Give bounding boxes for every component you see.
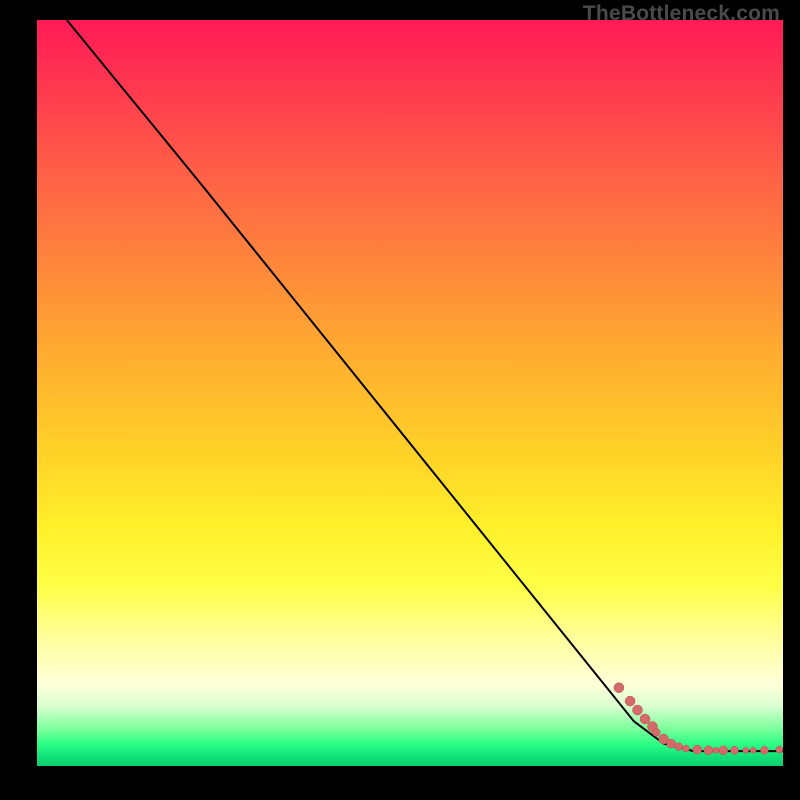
curve-line — [67, 20, 783, 751]
scatter-group — [614, 683, 783, 755]
scatter-point — [704, 746, 713, 755]
scatter-point — [625, 696, 635, 706]
scatter-point — [731, 746, 739, 754]
scatter-point — [633, 705, 643, 715]
scatter-point — [683, 745, 690, 752]
scatter-point — [667, 739, 676, 748]
scatter-point — [640, 714, 650, 724]
scatter-point — [719, 746, 728, 755]
scatter-point — [675, 743, 683, 751]
chart-overlay — [37, 20, 783, 766]
scatter-point — [713, 747, 719, 753]
scatter-point — [652, 728, 660, 736]
scatter-point — [750, 747, 756, 753]
scatter-point — [760, 746, 768, 754]
plot-area — [37, 20, 783, 766]
scatter-point — [693, 745, 702, 754]
scatter-point — [776, 746, 783, 753]
scatter-point — [614, 683, 624, 693]
scatter-point — [743, 747, 749, 753]
chart-stage: TheBottleneck.com — [0, 0, 800, 800]
